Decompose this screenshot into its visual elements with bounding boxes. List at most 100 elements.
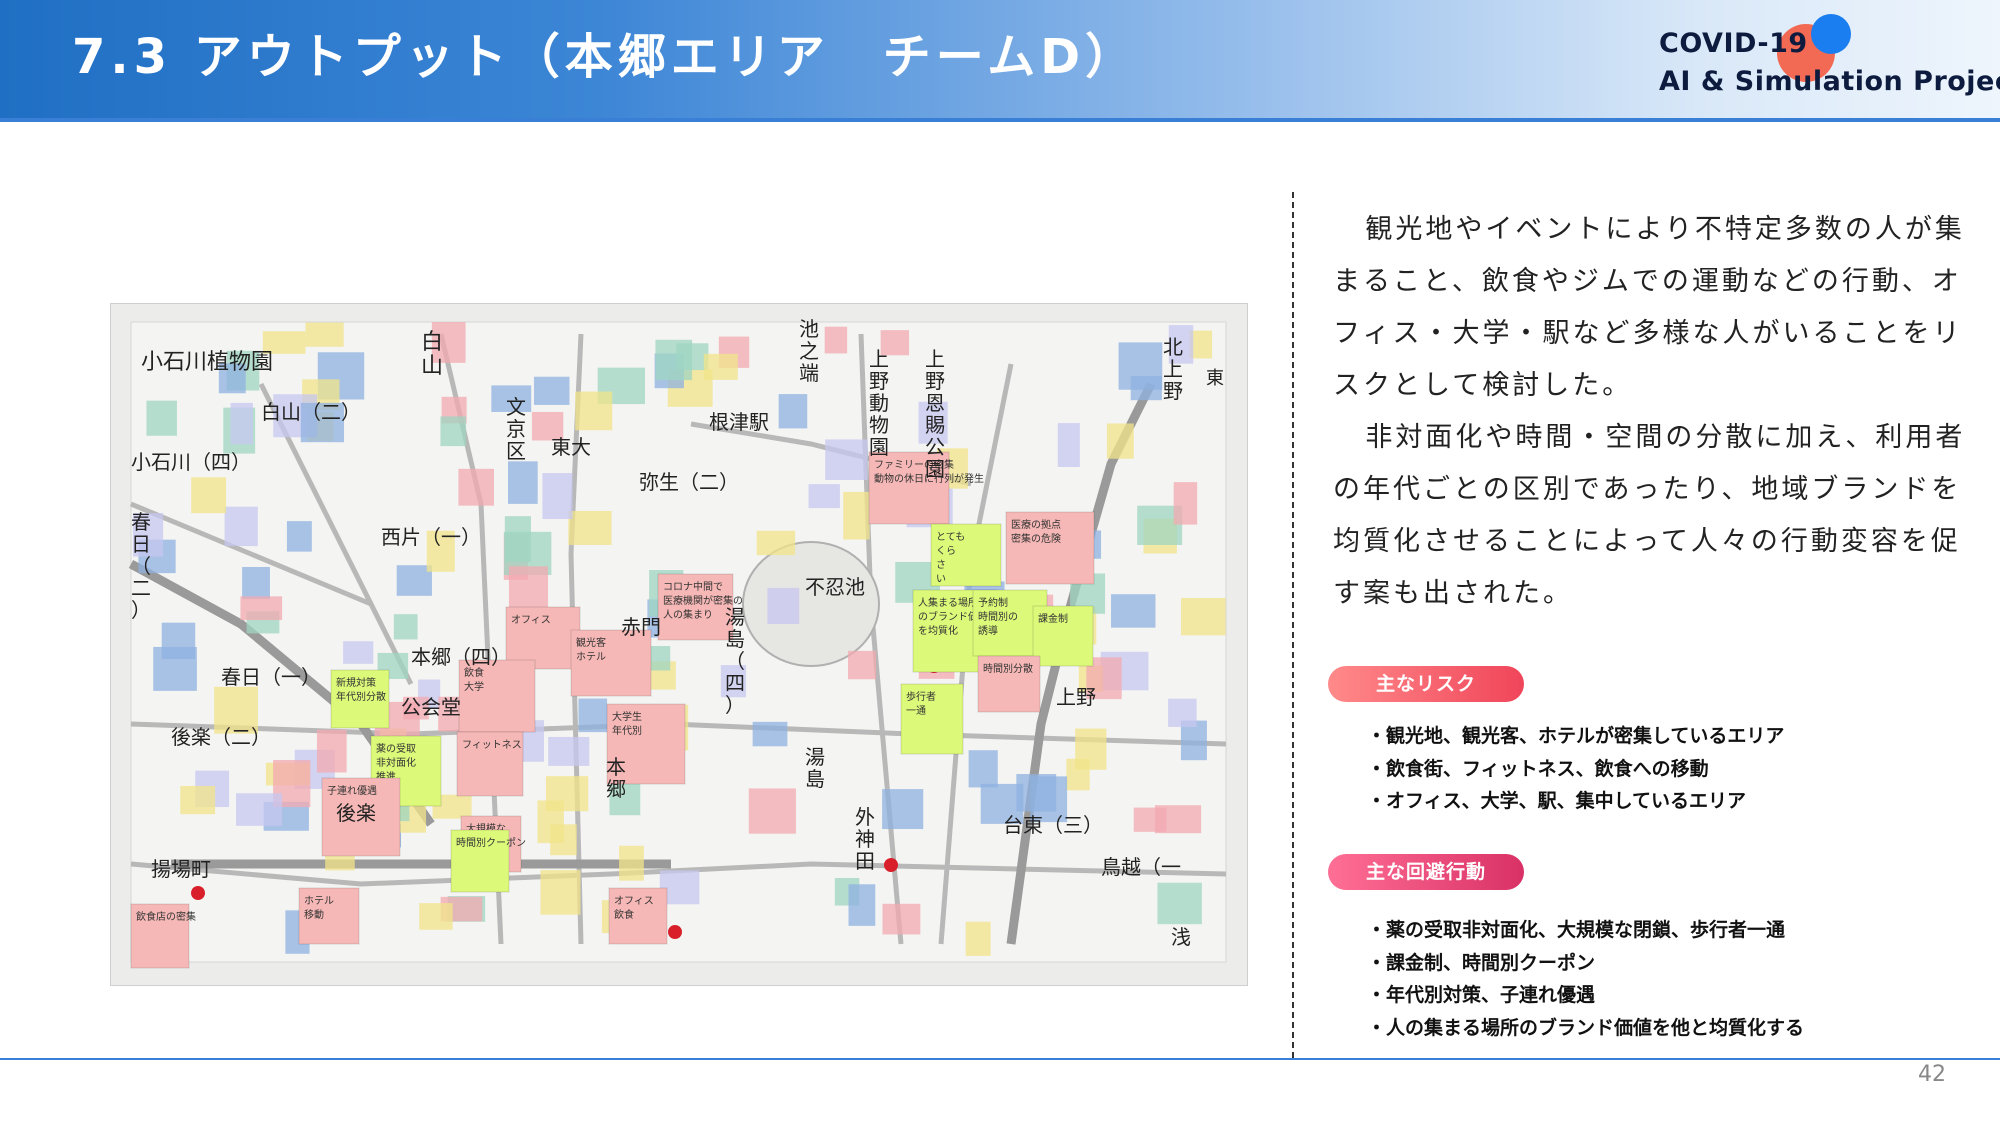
map-area-label: 東大: [551, 435, 591, 459]
svg-text:医療の拠点: 医療の拠点: [1011, 518, 1061, 531]
map-area-label: 赤門: [621, 615, 661, 639]
svg-text:上: 上: [869, 347, 889, 371]
svg-text:白: 白: [421, 330, 443, 355]
risk-block: [1157, 882, 1202, 925]
svg-text:飲食店の密集: 飲食店の密集: [136, 910, 196, 923]
svg-text:（: （: [725, 649, 745, 673]
footer-line: [0, 1058, 2000, 1060]
risk-block: [578, 698, 608, 733]
risk-block: [542, 473, 573, 520]
avoidance-item: ・人の集まる場所のブランド価値を他と均質化する: [1367, 1016, 1805, 1039]
sticky-note: 飲食大学: [458, 659, 536, 733]
risk-block: [1180, 598, 1226, 636]
svg-text:時間別クーポン: 時間別クーポン: [456, 837, 526, 849]
svg-text:恩: 恩: [925, 391, 945, 415]
svg-text:本: 本: [606, 755, 626, 779]
risk-block: [224, 506, 258, 547]
header-underline: [0, 118, 2000, 122]
risk-block: [968, 750, 998, 788]
risk-block: [236, 793, 283, 826]
risk-block: [230, 402, 253, 445]
risk-block: [240, 596, 283, 621]
risk-block: [242, 566, 270, 600]
svg-text:園: 園: [869, 435, 889, 459]
summary-text: 観光地やイベントにより不特定多数の人が集まること、飲食やジムでの運動などの行動、…: [1333, 204, 1973, 620]
svg-text:移動: 移動: [304, 908, 324, 921]
svg-text:園: 園: [925, 457, 945, 481]
svg-text:観光客: 観光客: [576, 636, 606, 649]
summary-paragraph-1: 観光地やイベントにより不特定多数の人が集まること、飲食やジムでの運動などの行動、…: [1333, 214, 1965, 401]
risk-block: [537, 800, 564, 844]
svg-text:北: 北: [1163, 335, 1183, 359]
svg-text:上: 上: [925, 347, 945, 371]
svg-text:薬の受取: 薬の受取: [376, 743, 416, 755]
svg-text:ホテル: ホテル: [304, 895, 334, 907]
sticky-note: 新規対策年代別分散: [330, 669, 390, 729]
svg-text:湯: 湯: [725, 605, 745, 629]
svg-text:時間別分散: 時間別分散: [983, 662, 1033, 675]
risk-block: [286, 521, 312, 552]
map-area-label: 本郷: [606, 755, 626, 801]
svg-text:賜: 賜: [925, 413, 945, 437]
avoidance-item: ・課金制、時間別クーポン: [1367, 951, 1596, 974]
sticky-note: 時間別分散: [977, 655, 1041, 713]
risk-block: [703, 353, 738, 380]
svg-text:日: 日: [131, 532, 151, 556]
svg-text:さ: さ: [936, 559, 946, 571]
svg-text:京: 京: [506, 417, 526, 441]
risk-block: [1111, 594, 1156, 628]
svg-text:物: 物: [869, 413, 889, 437]
risk-block: [508, 566, 549, 612]
svg-text:ホテル: ホテル: [576, 651, 606, 663]
svg-text:を均質化: を均質化: [918, 624, 958, 637]
risk-block: [843, 491, 870, 540]
risk-block: [568, 511, 612, 545]
map-drawing: ファミリーの密集動物の休日に行列が発生とてもくらさい医療の拠点密集の危険コロナ中…: [128, 317, 1227, 969]
svg-text:之: 之: [799, 339, 819, 363]
svg-text:郷: 郷: [606, 777, 626, 801]
svg-text:大学: 大学: [464, 680, 484, 693]
map-area-label: 後楽: [336, 801, 376, 825]
risk-block: [1075, 728, 1107, 770]
page-title: 7.3 アウトプット（本郷エリア チームD）: [72, 29, 1139, 85]
main-risk-badge: 主なリスク: [1328, 666, 1524, 702]
svg-text:池: 池: [799, 317, 819, 341]
risk-block: [419, 903, 453, 930]
risk-block: [1118, 342, 1163, 390]
risk-block: [1168, 698, 1197, 727]
risk-block: [161, 622, 196, 659]
svg-text:文: 文: [506, 395, 526, 419]
svg-text:四: 四: [725, 671, 745, 695]
logo-line-2: AI & Simulation Project: [1659, 66, 2000, 97]
logo-line-1: COVID-19: [1659, 28, 1808, 59]
svg-text:上: 上: [1163, 357, 1183, 381]
risk-block: [508, 461, 538, 504]
map-area-label: 後楽（二）: [171, 725, 271, 749]
svg-text:野: 野: [869, 369, 889, 393]
svg-text:山: 山: [421, 354, 443, 379]
avoidance-item: ・薬の受取非対面化、大規模な閉鎖、歩行者一通: [1367, 919, 1786, 941]
svg-text:年代別: 年代別: [612, 724, 642, 737]
risk-block: [655, 339, 693, 381]
svg-text:年代別分散: 年代別分散: [336, 690, 386, 703]
map-area-label: 上野動物園: [869, 347, 889, 459]
risk-block: [440, 416, 467, 447]
risk-block: [1106, 423, 1134, 459]
sticky-note: フィットネス: [456, 731, 524, 797]
svg-text:課金制: 課金制: [1038, 612, 1068, 625]
risk-block: [848, 884, 876, 926]
svg-text:春: 春: [131, 510, 151, 534]
map-pin: [884, 858, 898, 872]
risk-block: [548, 736, 590, 766]
sticky-note: とてもくらさい: [930, 523, 1002, 587]
risk-block: [305, 322, 344, 347]
risk-block: [808, 484, 840, 509]
map-area-label: 本郷（四）: [411, 645, 511, 669]
map-area-label: 東: [1206, 368, 1224, 389]
risk-block: [1173, 482, 1198, 525]
map-area-label: 湯島: [805, 745, 825, 791]
risk-block: [825, 439, 868, 480]
svg-text:動: 動: [869, 391, 889, 415]
sticky-note: 課金制: [1032, 605, 1094, 667]
risk-block: [1057, 423, 1080, 468]
